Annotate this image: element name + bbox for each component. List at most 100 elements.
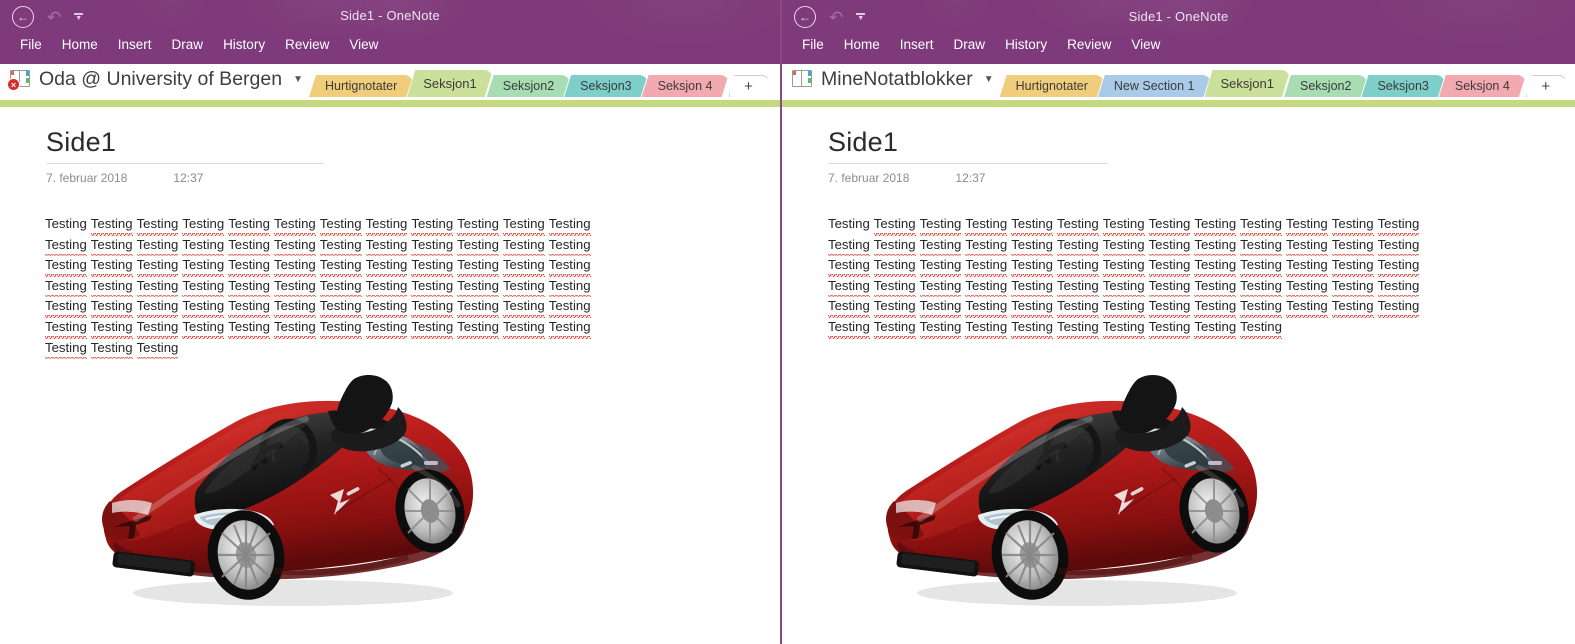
note-word: Testing — [137, 236, 179, 257]
chevron-down-icon[interactable]: ▼ — [980, 74, 996, 85]
page-header-right: Side1 7. februar 2018 12:37 — [828, 127, 1108, 185]
note-word: Testing — [320, 297, 362, 318]
ribbon-tab-home[interactable]: Home — [52, 34, 108, 55]
add-section-button[interactable]: + — [1526, 75, 1566, 97]
note-word: Testing — [920, 215, 962, 236]
page-canvas-left[interactable]: Side1 7. februar 2018 12:37 TestingTesti… — [0, 107, 780, 644]
note-word: Testing — [1378, 256, 1420, 277]
ribbon-tabs-left: File Home Insert Draw History Review Vie… — [8, 34, 388, 55]
section-tab-seksjon2[interactable]: Seksjon2 — [1284, 75, 1367, 97]
ribbon-tab-history[interactable]: History — [995, 34, 1057, 55]
note-word: Testing — [1378, 277, 1420, 298]
section-tabs-left: Hurtignotater Seksjon1 Seksjon2Seksjon3Sek… — [309, 64, 769, 100]
note-word: Testing — [1103, 277, 1145, 298]
note-word: Testing — [1240, 215, 1282, 236]
window-title-right: Side1 - OneNote — [782, 9, 1575, 24]
section-tab-seksjon1[interactable]: Seksjon1 — [407, 70, 492, 97]
ribbon-tabs-right: File Home Insert Draw History Review Vie… — [790, 34, 1170, 55]
ribbon-tab-view[interactable]: View — [339, 34, 388, 55]
page-canvas-right[interactable]: Side1 7. februar 2018 12:37 TestingTesti… — [782, 107, 1575, 644]
note-word: Testing — [228, 236, 270, 257]
note-word: Testing — [137, 256, 179, 277]
notebook-selector-left[interactable]: × Oda @ University of Bergen ▼ — [0, 64, 309, 100]
note-word: Testing — [503, 277, 545, 298]
ribbon-tab-insert[interactable]: Insert — [890, 34, 944, 55]
title-band-right: ← ↶ ▼ Side1 - OneNote File Home Insert D… — [782, 0, 1575, 64]
note-word: Testing — [1057, 236, 1099, 257]
note-word: Testing — [1332, 215, 1374, 236]
chevron-down-icon[interactable]: ▼ — [289, 74, 305, 85]
note-word: Testing — [965, 318, 1007, 339]
section-tab-seksjon2[interactable]: Seksjon2 — [487, 75, 570, 97]
note-word: Testing — [228, 297, 270, 318]
ribbon-tab-home[interactable]: Home — [834, 34, 890, 55]
ribbon-tab-file[interactable]: File — [790, 34, 834, 55]
ribbon-tab-review[interactable]: Review — [275, 34, 339, 55]
ribbon-tab-draw[interactable]: Draw — [944, 34, 996, 55]
note-word: Testing — [366, 318, 408, 339]
red-tesla-ride-on-car[interactable] — [862, 343, 1282, 611]
note-word: Testing — [91, 215, 133, 236]
window-title-left: Side1 - OneNote — [0, 8, 780, 23]
page-title-right[interactable]: Side1 — [828, 127, 1108, 163]
section-tab-seksjon3[interactable]: Seksjon3 — [1361, 75, 1444, 97]
note-word: Testing — [1378, 297, 1420, 318]
ribbon-tab-view[interactable]: View — [1121, 34, 1170, 55]
note-word: Testing — [137, 277, 179, 298]
ribbon-tab-insert[interactable]: Insert — [108, 34, 162, 55]
section-tab-seksjon-4[interactable]: Seksjon 4 — [1439, 75, 1526, 97]
section-tab-new-section-1[interactable]: New Section 1 — [1098, 75, 1211, 97]
notebook-selector-right[interactable]: MineNotatblokker ▼ — [782, 64, 1000, 100]
section-tabs-right: HurtignotaterNew Section 1Seksjon1Seksjo… — [1000, 64, 1566, 100]
section-tab-seksjon1[interactable]: Seksjon1 — [1205, 70, 1290, 97]
note-word: Testing — [137, 215, 179, 236]
note-word: Testing — [411, 297, 453, 318]
ribbon-tab-history[interactable]: History — [213, 34, 275, 55]
note-word: Testing — [1194, 215, 1236, 236]
note-word: Testing — [920, 277, 962, 298]
notebook-list-icon — [790, 69, 814, 90]
note-word: Testing — [274, 215, 316, 236]
note-word: Testing — [1149, 215, 1191, 236]
ribbon-tab-review[interactable]: Review — [1057, 34, 1121, 55]
note-word: Testing — [1240, 297, 1282, 318]
page-meta-left: 7. februar 2018 12:37 — [46, 164, 324, 185]
ribbon-tab-file[interactable]: File — [8, 34, 52, 55]
note-body-right[interactable]: TestingTestingTestingTestingTestingTesti… — [828, 215, 1432, 339]
note-word: Testing — [182, 318, 224, 339]
note-word: Testing — [920, 236, 962, 257]
note-word: Testing — [503, 297, 545, 318]
section-tab-hurtignotater[interactable]: Hurtignotater — [1000, 75, 1104, 97]
note-word: Testing — [828, 236, 870, 257]
section-tab-seksjon-4[interactable]: Seksjon 4 — [642, 75, 729, 97]
note-word: Testing — [411, 236, 453, 257]
section-tab-seksjon3[interactable]: Seksjon3 — [564, 75, 647, 97]
red-tesla-ride-on-car[interactable] — [78, 343, 498, 611]
note-word: Testing — [45, 215, 87, 233]
note-word: Testing — [1378, 236, 1420, 257]
note-body-left[interactable]: TestingTestingTestingTestingTestingTesti… — [45, 215, 603, 359]
notebook-name-right: MineNotatblokker — [821, 68, 973, 91]
note-word: Testing — [503, 256, 545, 277]
note-word: Testing — [45, 236, 87, 257]
note-word: Testing — [874, 256, 916, 277]
note-word: Testing — [1286, 297, 1328, 318]
note-word: Testing — [1103, 318, 1145, 339]
note-word: Testing — [965, 297, 1007, 318]
note-word: Testing — [874, 318, 916, 339]
note-word: Testing — [1103, 215, 1145, 236]
page-date-right: 7. februar 2018 — [828, 171, 909, 185]
onenote-window-right: ← ↶ ▼ Side1 - OneNote File Home Insert D… — [782, 0, 1575, 644]
note-word: Testing — [1286, 236, 1328, 257]
note-word: Testing — [1149, 236, 1191, 257]
section-tab-label: Seksjon1 — [423, 76, 476, 91]
section-tab-hurtignotater[interactable]: Hurtignotater — [309, 75, 413, 97]
note-word: Testing — [457, 215, 499, 236]
note-word: Testing — [366, 297, 408, 318]
note-word: Testing — [1057, 318, 1099, 339]
add-section-button[interactable]: + — [729, 75, 769, 97]
note-word: Testing — [549, 256, 591, 277]
note-word: Testing — [366, 277, 408, 298]
page-title-left[interactable]: Side1 — [46, 127, 324, 163]
ribbon-tab-draw[interactable]: Draw — [162, 34, 214, 55]
